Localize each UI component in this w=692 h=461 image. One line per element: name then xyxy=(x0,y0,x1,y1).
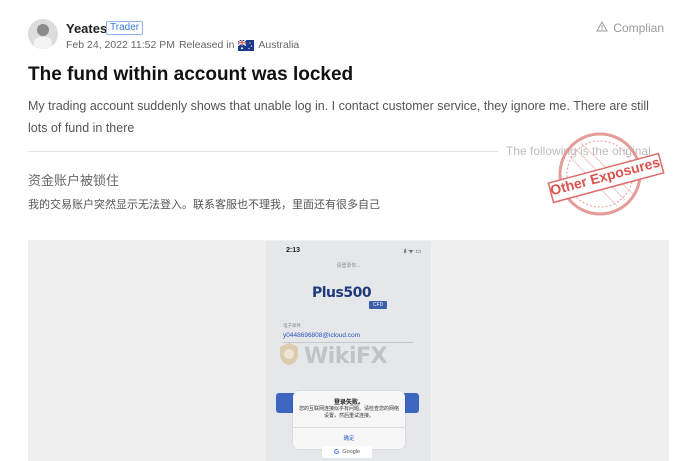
dialog-ok-button[interactable]: 确定 xyxy=(293,434,405,442)
post-date: Feb 24, 2022 11:52 PM xyxy=(66,39,175,51)
wikifx-logo-icon xyxy=(276,341,302,372)
avatar[interactable] xyxy=(28,19,58,49)
google-icon: G xyxy=(333,448,340,456)
original-body: 我的交易账户突然显示无法登入。联系客服也不理我，里面还有很多自己 xyxy=(28,199,380,211)
warning-icon xyxy=(596,20,609,35)
divider xyxy=(28,151,498,152)
australia-flag-icon xyxy=(238,39,255,51)
login-failed-dialog: 登录失败。 您的互联网连接似乎有问题。请检查您的网络设置，然后重试连接。 确定 xyxy=(293,391,405,449)
wikifx-watermark: WikiFX xyxy=(276,341,387,372)
screen-top-label: 请登录你... xyxy=(336,263,361,269)
dialog-message: 您的互联网连接似乎有问题。请检查您的网络设置，然后重试连接。 xyxy=(298,406,399,419)
author-name[interactable]: Yeates xyxy=(66,21,107,36)
status-time: 2:13 xyxy=(286,247,301,254)
country-name: Australia xyxy=(258,39,300,51)
original-title: 资金账户被锁住 xyxy=(28,173,120,188)
post-meta: Feb 24, 2022 11:52 PM Released in Austra… xyxy=(66,39,299,51)
email-label: 电子邮件 xyxy=(283,323,301,328)
google-label: Google xyxy=(342,449,361,455)
plus500-logo: Plus500 xyxy=(312,285,372,301)
role-badge: Trader xyxy=(106,21,144,35)
watermark-text: WikiFX xyxy=(304,344,387,369)
dialog-title: 登录失败。 xyxy=(333,400,364,406)
complain-button[interactable]: Complian xyxy=(596,20,664,35)
complain-label: Complian xyxy=(613,21,664,35)
email-value: y0448696808@icloud.com xyxy=(283,332,361,339)
post-title: The fund within account was locked xyxy=(28,64,354,85)
status-icons: ıl ᯤ ▭ xyxy=(403,249,421,255)
evidence-screenshot[interactable]: 2:13 ıl ᯤ ▭ 请登录你... Plus500 CFD 电子邮件 y04… xyxy=(266,241,431,461)
released-in-label: Released in xyxy=(178,39,235,51)
dialog-separator xyxy=(293,427,405,428)
other-exposures-stamp: Other Exposures xyxy=(545,128,667,228)
cfd-tag: CFD xyxy=(369,301,388,309)
google-login-button[interactable]: G Google xyxy=(322,446,372,458)
